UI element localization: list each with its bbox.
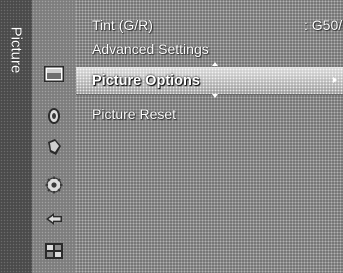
- channel-category-icon[interactable]: [46, 138, 62, 156]
- menu-item-advanced-settings[interactable]: Advanced Settings: [92, 38, 209, 60]
- tv-menu-screen: Picture Tint (G/R): G50/ Advanced Setti…: [0, 0, 343, 273]
- submenu-arrow-icon: [333, 77, 337, 83]
- input-category-icon[interactable]: [45, 212, 63, 226]
- scroll-down-arrow-icon: [212, 94, 218, 98]
- menu-item-label: Picture Reset: [92, 106, 177, 122]
- tint-value: : G50/R50: [304, 17, 343, 33]
- category-icon-column: [32, 0, 76, 273]
- setup-category-icon[interactable]: [45, 176, 63, 194]
- scroll-up-arrow-icon: [212, 62, 218, 66]
- menu-item-picture-reset[interactable]: Picture Reset: [92, 103, 176, 125]
- menu-item-picture-options[interactable]: Picture Options: [76, 67, 343, 95]
- picture-category-icon[interactable]: [44, 66, 64, 82]
- application-category-icon[interactable]: [45, 243, 63, 259]
- menu-item-label: Advanced Settings: [92, 41, 209, 57]
- menu-item-label: Picture Options: [92, 73, 200, 89]
- menu-list: Tint (G/R) : G50/R50 Advanced Settings P…: [76, 0, 343, 273]
- sound-category-icon[interactable]: [46, 106, 62, 126]
- menu-item-label: Tint (G/R): [92, 17, 153, 33]
- category-title-panel: Picture: [0, 0, 33, 273]
- menu-item-tint[interactable]: Tint (G/R): [92, 14, 153, 36]
- category-title: Picture: [7, 26, 25, 74]
